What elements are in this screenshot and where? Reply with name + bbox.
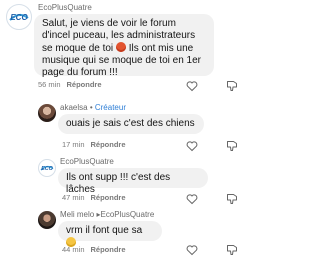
comment-meta: 56 min Répondre [38,80,102,89]
thumbs-down-outline-icon[interactable] [226,140,238,152]
comment-author-line: akaelsa • Créateur [60,103,126,112]
reply-to-author[interactable]: EcoPlusQuatre [100,210,154,219]
reply-button[interactable]: Répondre [91,193,126,202]
comment-bubble: Ils ont supp !!! c'est des lâches [58,168,208,195]
heart-outline-icon[interactable] [186,244,198,256]
heart-outline-icon[interactable] [186,140,198,152]
heart-outline-icon[interactable] [186,193,198,205]
angry-face-emoji [115,42,126,52]
comment-author[interactable]: EcoPlusQuatre [38,3,92,12]
reply-button[interactable]: Répondre [91,245,126,254]
thumbs-down-outline-icon[interactable] [226,80,238,92]
comment-time: 56 min [38,80,61,89]
thumbs-down-outline-icon[interactable] [226,244,238,256]
comment-text: vrm il font que sa [66,225,143,236]
eco-logo-text: ECO [10,13,28,22]
reply-button[interactable]: Répondre [91,140,126,149]
comment-bubble: vrm il font que sa [58,221,162,247]
comment-author[interactable]: akaelsa [60,103,88,112]
avatar-ecoplusquatre[interactable]: ECO [6,4,32,30]
heart-outline-icon[interactable] [186,80,198,92]
comment-time: 47 min [62,193,85,202]
eco-logo-icon: ECO [8,6,30,28]
comment-text: Ils ont supp !!! c'est des lâches [66,172,171,195]
comment-author[interactable]: EcoPlusQuatre [60,157,114,166]
thumbs-down-outline-icon[interactable] [226,193,238,205]
avatar-akaelsa[interactable] [38,104,56,122]
comment-bubble: ouais je sais c'est des chiens [58,114,204,134]
comment-meta: 47 min Répondre [62,193,126,202]
avatar-ecoplusquatre[interactable]: ECO [38,159,56,177]
reply-button[interactable]: Répondre [67,80,102,89]
avatar-meli-melo[interactable] [38,211,56,229]
comment-text: ouais je sais c'est des chiens [66,118,195,129]
comment-author[interactable]: Meli melo [60,210,94,219]
eco-logo-text: ECO [41,166,53,172]
comment-time: 44 min [62,245,85,254]
separator-dot: • [89,103,93,112]
comment-time: 17 min [62,140,85,149]
comment-meta: 44 min Répondre [62,245,126,254]
comment-bubble: Salut, je viens de voir le forum d'incel… [34,14,214,78]
eco-logo-icon: ECO [39,160,55,176]
comment-author-line: Meli melo ▸EcoPlusQuatre [60,210,154,219]
creator-badge: Créateur [94,103,126,112]
comment-meta: 17 min Répondre [62,140,126,149]
